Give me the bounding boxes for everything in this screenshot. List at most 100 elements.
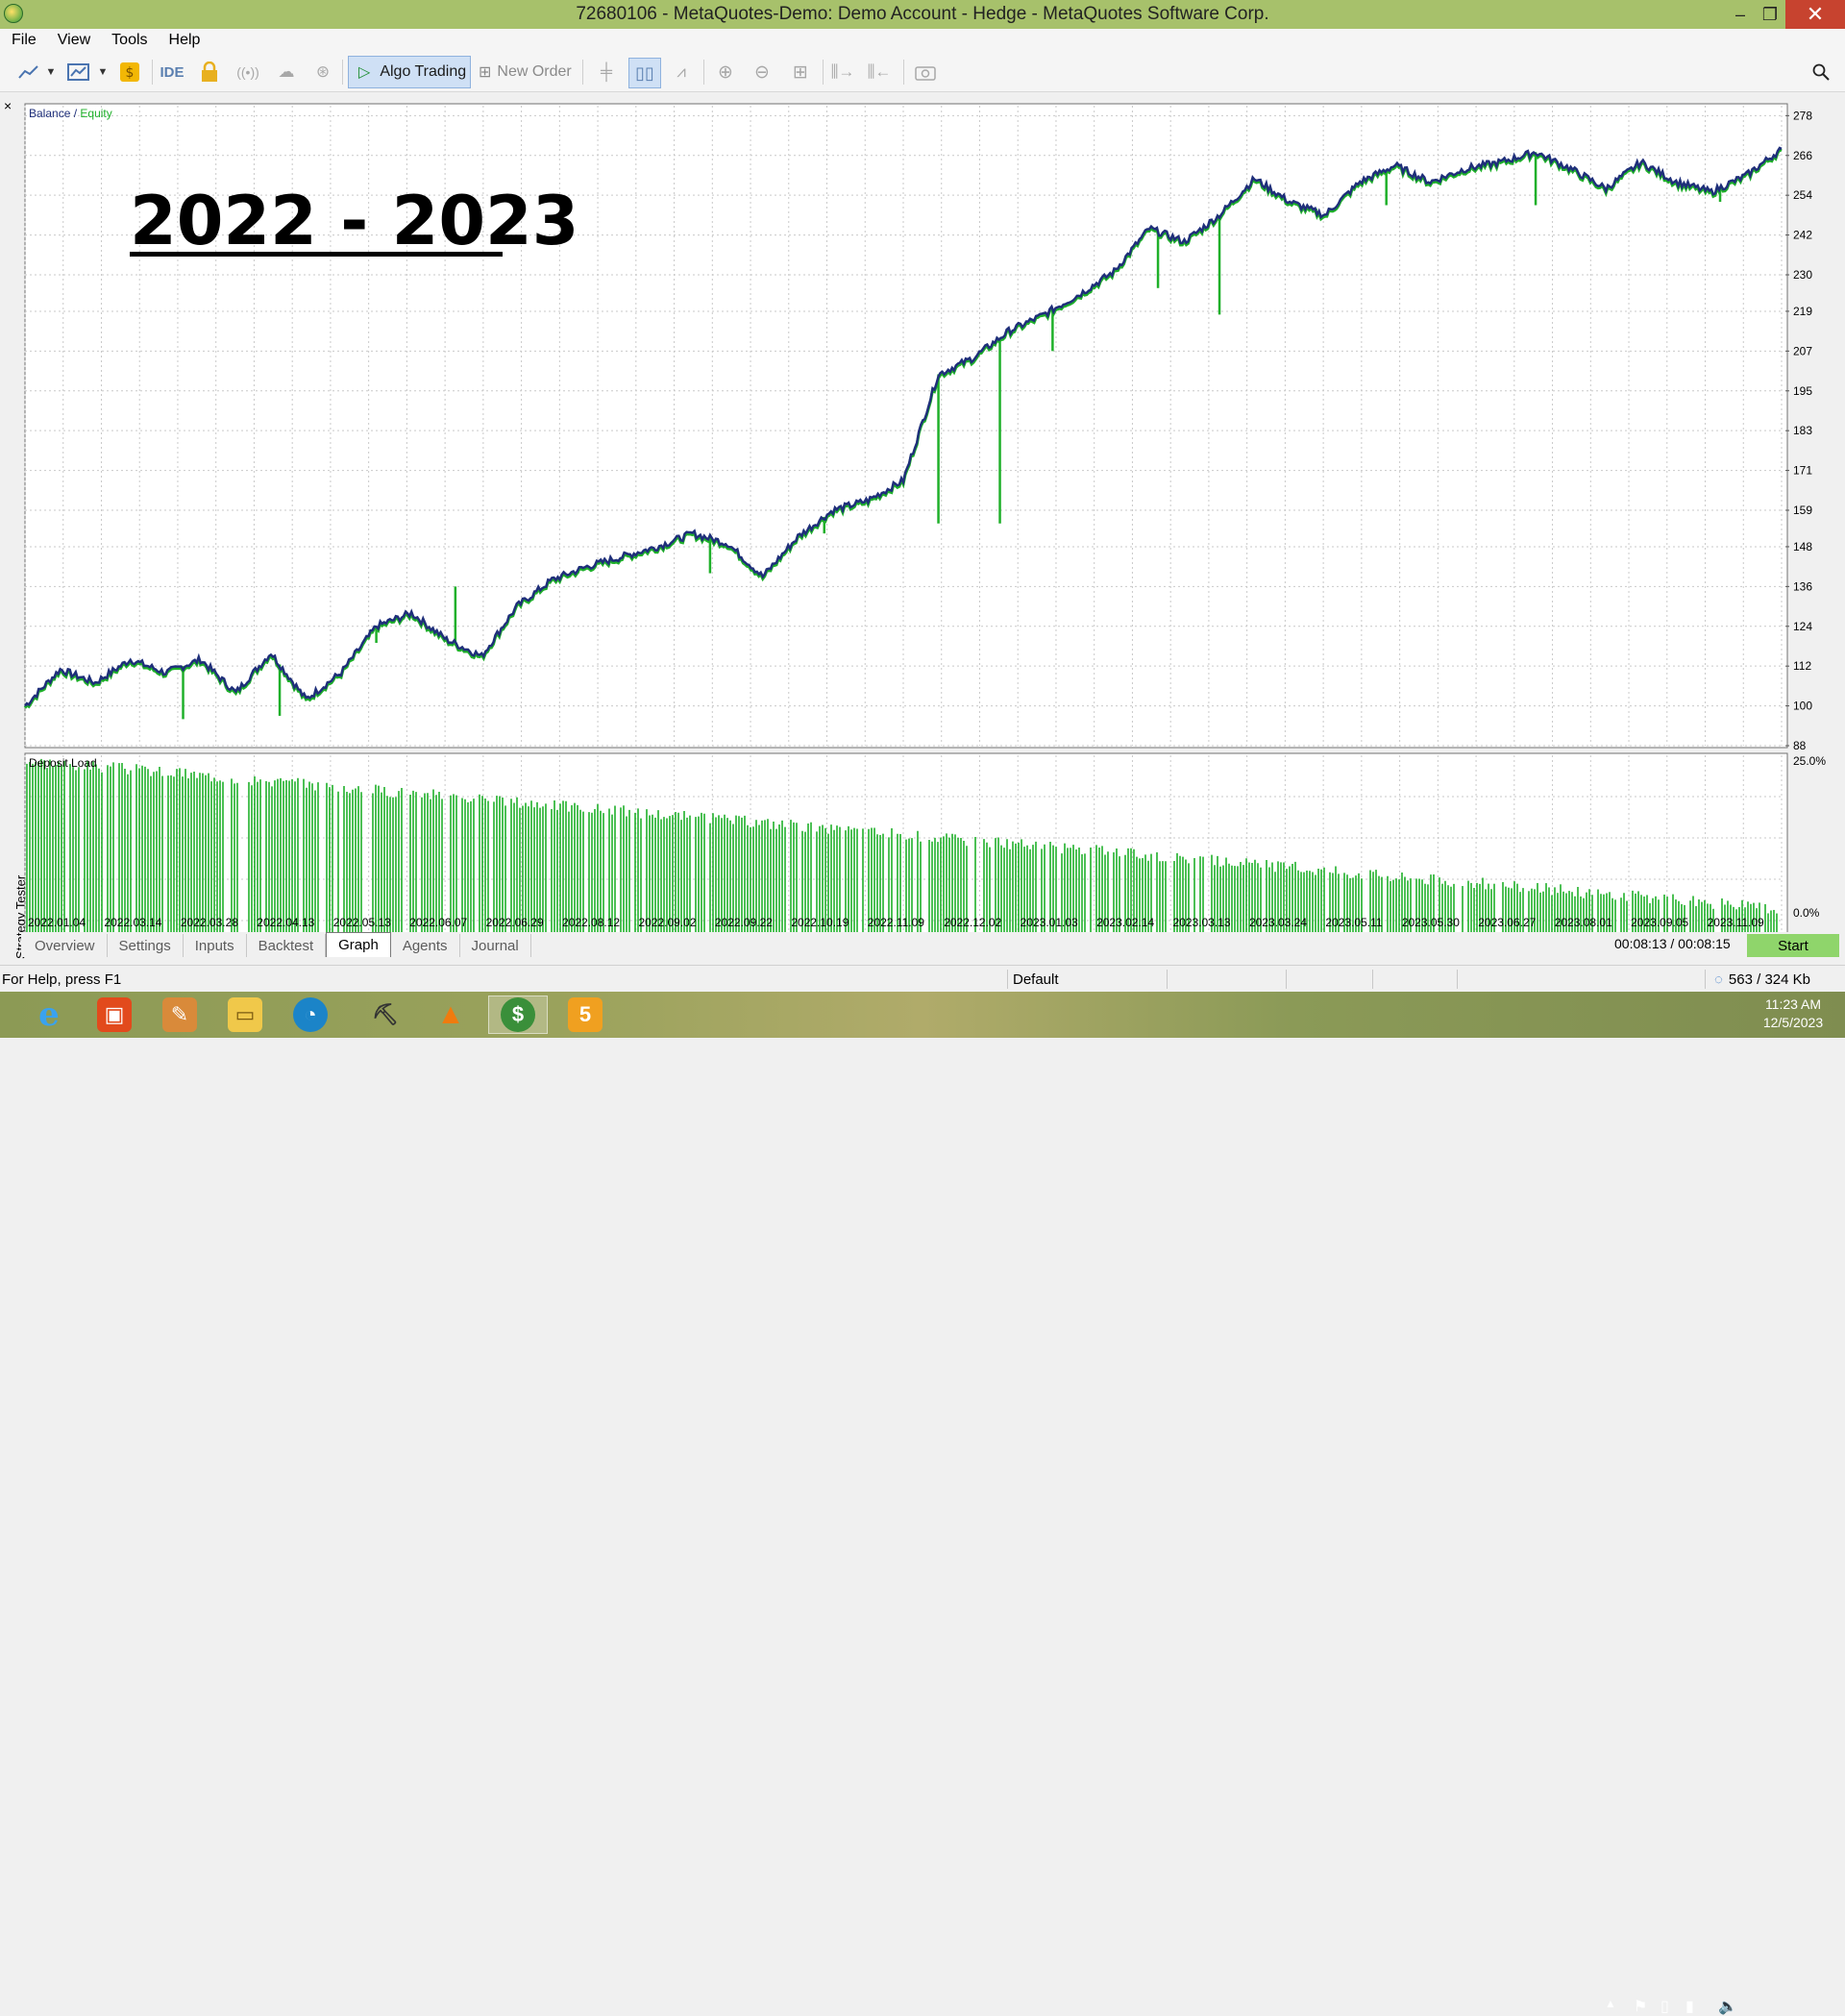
signal-icon[interactable]: ((•)) bbox=[234, 58, 261, 86]
y-tick-label: 100 bbox=[1793, 700, 1812, 713]
screenshot-icon[interactable] bbox=[911, 58, 940, 86]
x-tick-label: 2023.01.03 bbox=[1021, 916, 1078, 929]
vps-icon[interactable]: ⊛ bbox=[309, 58, 336, 86]
deposit-load-label: Deposit Load bbox=[29, 756, 97, 770]
internet-explorer-icon[interactable]: e bbox=[19, 996, 79, 1034]
x-tick-label: 2023.03.24 bbox=[1249, 916, 1307, 929]
elapsed-timer: 00:08:13 / 00:08:15 bbox=[1614, 936, 1731, 951]
chart-template-icon[interactable] bbox=[65, 58, 92, 86]
legend-separator: / bbox=[70, 107, 80, 120]
x-tick-label: 2022.06.29 bbox=[486, 916, 544, 929]
x-tick-label: 2022.10.19 bbox=[791, 916, 849, 929]
profile-name: Default bbox=[1013, 971, 1059, 988]
bar-chart-icon[interactable]: ╪ bbox=[592, 58, 621, 86]
grid-icon[interactable]: ⊞ bbox=[786, 58, 815, 86]
x-tick-label: 2022.08.12 bbox=[562, 916, 620, 929]
x-axis: 2022.01.04 2022.03.14 2022.03.28 2022.04.13… bbox=[28, 916, 1764, 929]
y-tick-label: 136 bbox=[1793, 579, 1812, 593]
algo-trading-button[interactable]: ▷ Algo Trading bbox=[348, 56, 471, 88]
status-bar: For Help, press F1 Default ◌ 563 / 324 K… bbox=[0, 965, 1845, 992]
overlay-underline bbox=[130, 252, 503, 257]
new-order-button[interactable]: ⊞ New Order bbox=[479, 58, 572, 86]
volume-icon[interactable]: 🔈 bbox=[1718, 1997, 1737, 2016]
edge-icon[interactable]: ◔ bbox=[281, 996, 340, 1034]
autoscroll-icon[interactable]: ⫼→ bbox=[828, 58, 857, 86]
clock-time: 11:23 AM bbox=[1764, 996, 1822, 1012]
market-icon[interactable]: $ bbox=[117, 58, 142, 86]
flag-icon[interactable]: ⚑ bbox=[1634, 1997, 1647, 2016]
tab-journal[interactable]: Journal bbox=[460, 934, 531, 957]
svg-text:Balance / Equity: Balance / Equity bbox=[29, 107, 112, 120]
x-tick-label: 2023.08.01 bbox=[1555, 916, 1612, 929]
y-tick-label: 219 bbox=[1793, 305, 1812, 318]
vlc-icon[interactable]: ▲ bbox=[421, 996, 480, 1034]
window-title: 72680106 - MetaQuotes-Demo: Demo Account… bbox=[576, 4, 1269, 24]
traffic-text: 563 / 324 Kb bbox=[1728, 971, 1810, 988]
ide-button[interactable]: IDE bbox=[158, 58, 186, 86]
x-tick-label: 2023.11.09 bbox=[1708, 916, 1764, 929]
overlay-title: 2022 - 2023 bbox=[130, 182, 578, 260]
tab-settings[interactable]: Settings bbox=[108, 934, 184, 957]
y-tick-label: 230 bbox=[1793, 268, 1812, 282]
backtest-graph: 278 266 254 242 230 219 207 195 183 171 159 148 136 1… bbox=[23, 103, 1826, 936]
sublime-icon[interactable]: 5 bbox=[555, 996, 615, 1034]
y-tick-label: 148 bbox=[1793, 540, 1812, 553]
menu-help[interactable]: Help bbox=[158, 32, 201, 49]
y-tick-label: 183 bbox=[1793, 424, 1812, 437]
chevron-down-icon[interactable]: ▼ bbox=[96, 58, 110, 86]
menu-tools[interactable]: Tools bbox=[100, 32, 147, 49]
x-tick-label: 2023.09.05 bbox=[1631, 916, 1688, 929]
y-tick-label: 112 bbox=[1793, 659, 1811, 673]
tray-expand-icon[interactable]: ▲ bbox=[1605, 1997, 1616, 2010]
sub-y-top: 25.0% bbox=[1793, 754, 1826, 768]
x-tick-label: 2022.06.07 bbox=[409, 916, 467, 929]
close-button[interactable]: ✕ bbox=[1785, 0, 1845, 29]
algo-trading-label: Algo Trading bbox=[380, 63, 467, 80]
cloud-icon[interactable]: ☁ bbox=[273, 58, 300, 86]
y-tick-label: 124 bbox=[1793, 620, 1812, 633]
play-icon: ▷ bbox=[358, 64, 371, 81]
y-tick-label: 242 bbox=[1793, 229, 1812, 242]
battery-icon[interactable]: ▯ bbox=[1660, 1997, 1669, 2016]
system-clock[interactable]: 11:23 AM 12/5/2023 bbox=[1755, 996, 1832, 1032]
x-tick-label: 2022.12.02 bbox=[944, 916, 1001, 929]
tab-inputs[interactable]: Inputs bbox=[184, 934, 247, 957]
help-text: For Help, press F1 bbox=[2, 971, 122, 988]
menu-view[interactable]: View bbox=[46, 32, 90, 49]
tester-tabs: Overview Settings Inputs Backtest Graph … bbox=[21, 932, 1845, 957]
y-tick-label: 195 bbox=[1793, 384, 1812, 398]
x-tick-label: 2023.03.13 bbox=[1173, 916, 1231, 929]
start-button[interactable]: Start bbox=[1747, 934, 1839, 957]
y-tick-label: 171 bbox=[1793, 464, 1812, 478]
y-tick-label: 159 bbox=[1793, 504, 1812, 517]
tab-overview[interactable]: Overview bbox=[23, 934, 108, 957]
office-icon[interactable]: ▣ bbox=[85, 996, 144, 1034]
chart-shift-icon[interactable]: ⫼← bbox=[865, 58, 894, 86]
sub-y-bottom: 0.0% bbox=[1793, 906, 1820, 920]
tab-backtest[interactable]: Backtest bbox=[247, 934, 327, 957]
zoom-out-icon[interactable]: ⊖ bbox=[748, 58, 776, 86]
tab-agents[interactable]: Agents bbox=[391, 934, 460, 957]
network-icon[interactable]: ▮ bbox=[1685, 1997, 1694, 2016]
y-tick-label: 254 bbox=[1793, 188, 1812, 202]
x-tick-label: 2023.06.27 bbox=[1478, 916, 1536, 929]
x-tick-label: 2022.03.14 bbox=[104, 916, 161, 929]
tab-graph[interactable]: Graph bbox=[326, 932, 391, 957]
search-icon[interactable] bbox=[1807, 58, 1835, 86]
zoom-in-icon[interactable]: ⊕ bbox=[711, 58, 740, 86]
file-explorer-icon[interactable]: ▭ bbox=[215, 996, 275, 1034]
svg-text:$: $ bbox=[126, 65, 135, 81]
lock-icon[interactable] bbox=[196, 58, 223, 86]
paint-icon[interactable]: ✎ bbox=[150, 996, 209, 1034]
pickaxe-icon[interactable]: ⛏ bbox=[356, 996, 415, 1034]
x-tick-label: 2022.09.02 bbox=[638, 916, 696, 929]
candlesticks-icon[interactable]: ▯▯ bbox=[628, 58, 661, 88]
chevron-down-icon[interactable]: ▼ bbox=[44, 58, 58, 86]
menu-file[interactable]: File bbox=[0, 32, 37, 49]
clock-date: 12/5/2023 bbox=[1762, 1015, 1824, 1030]
x-tick-label: 2022.11.09 bbox=[868, 916, 924, 929]
metatrader-icon[interactable]: $ bbox=[488, 996, 548, 1034]
chart-line-icon[interactable] bbox=[15, 58, 42, 86]
y-tick-label: 207 bbox=[1793, 344, 1812, 357]
line-chart-icon[interactable]: ⩘ bbox=[667, 58, 696, 86]
